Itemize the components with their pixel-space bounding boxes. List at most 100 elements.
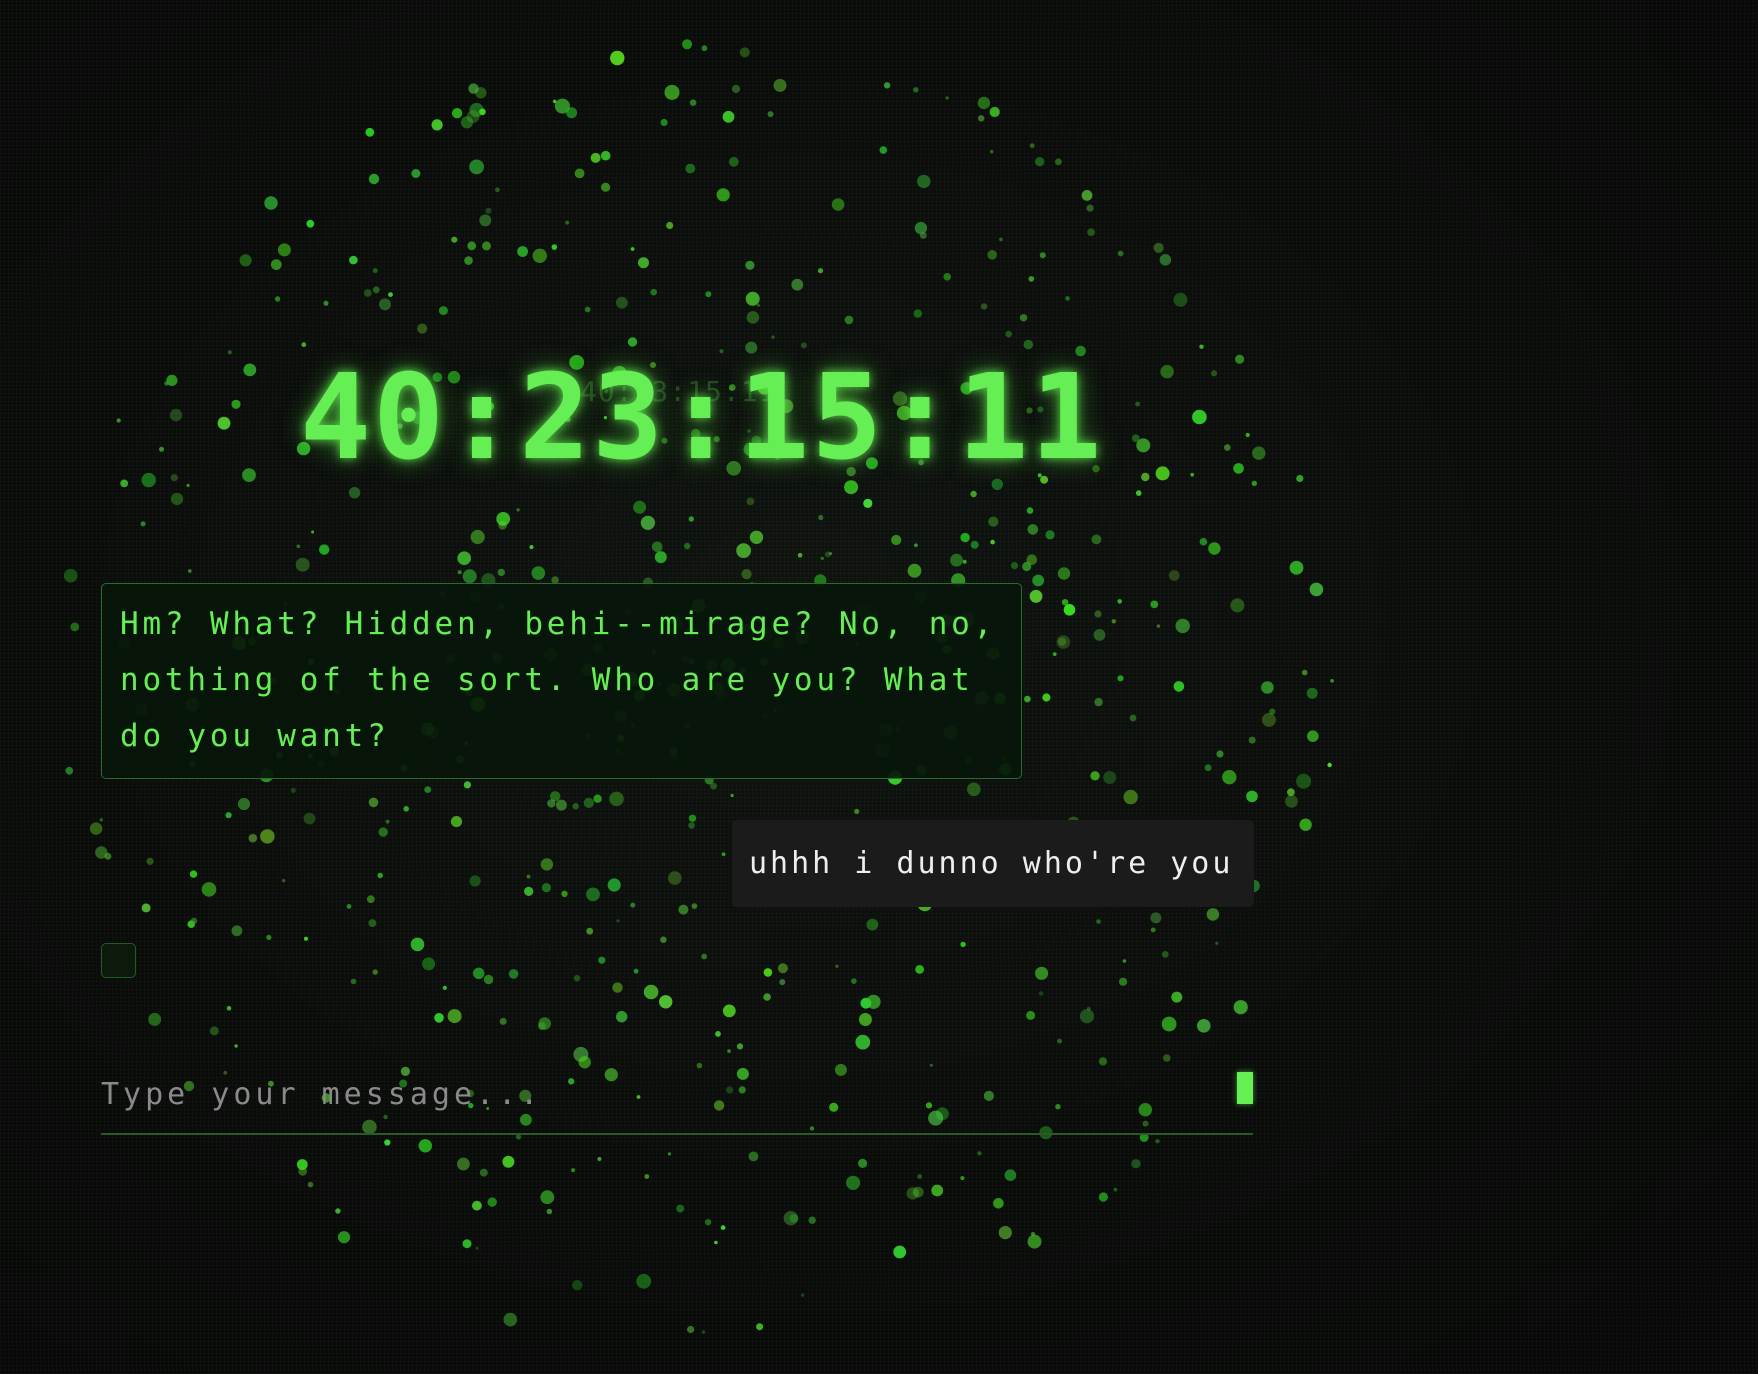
particle [366, 895, 375, 904]
particle [1233, 1000, 1248, 1015]
particle [989, 106, 1000, 118]
particle [70, 622, 80, 632]
particle [497, 568, 505, 577]
particle [301, 342, 307, 348]
particle [159, 446, 164, 452]
particle [571, 1168, 576, 1173]
particle [650, 288, 657, 296]
particle [1246, 790, 1258, 803]
particle [337, 1231, 351, 1244]
particle [1261, 681, 1274, 694]
particle [913, 309, 922, 318]
particle [226, 1006, 232, 1011]
particle [651, 541, 663, 553]
particle [701, 1330, 706, 1334]
particle [372, 268, 378, 274]
particle [1285, 795, 1298, 808]
particle [209, 1026, 219, 1036]
cursor-block-icon [1237, 1072, 1253, 1104]
particle [607, 878, 621, 892]
particle [731, 84, 741, 94]
particle [722, 110, 735, 123]
particle [1171, 991, 1183, 1003]
particle [627, 337, 638, 347]
particle [987, 250, 997, 260]
particle [468, 83, 479, 94]
particle [756, 1323, 764, 1331]
particle [633, 500, 647, 514]
particle [917, 1174, 922, 1179]
particle [1248, 736, 1256, 744]
particle [1122, 959, 1127, 963]
particle [574, 168, 585, 179]
particle [368, 919, 377, 928]
particle [422, 957, 436, 971]
particle [962, 559, 967, 564]
particle [303, 812, 316, 825]
particle [863, 498, 873, 508]
particle [296, 544, 301, 549]
particle [687, 1325, 695, 1334]
particle [95, 846, 108, 859]
particle [457, 551, 472, 565]
attachment-toggle-button[interactable] [101, 943, 136, 978]
particle [600, 150, 611, 161]
particle [1155, 1139, 1160, 1144]
particle [467, 241, 477, 251]
particle [704, 1219, 712, 1226]
message-input[interactable] [101, 1068, 1201, 1120]
particle [547, 799, 556, 808]
message-composer [101, 1060, 1253, 1135]
particle [716, 188, 730, 202]
particle [1042, 693, 1051, 702]
particle [879, 146, 888, 154]
particle [349, 255, 358, 265]
particle [851, 978, 857, 984]
particle [990, 150, 994, 154]
particle [990, 539, 995, 545]
particle [482, 241, 491, 251]
particle [1204, 764, 1212, 772]
particle [572, 803, 579, 810]
particle [1038, 991, 1044, 996]
particle [451, 236, 458, 243]
particle [1039, 252, 1046, 259]
particle [1063, 604, 1076, 616]
particle [688, 814, 697, 822]
particle [450, 816, 463, 828]
particle [1136, 438, 1151, 453]
particle [610, 50, 625, 66]
particle [243, 363, 257, 377]
particle [593, 794, 602, 803]
particle [403, 806, 410, 812]
particle [739, 47, 750, 58]
particle [977, 96, 991, 110]
particle [636, 1273, 652, 1289]
particle [1005, 330, 1012, 338]
particle [248, 833, 258, 843]
particle [1031, 1232, 1035, 1236]
particle [372, 286, 380, 294]
particle [808, 1216, 816, 1224]
particle [368, 173, 380, 185]
particle [960, 532, 970, 543]
particle [1026, 507, 1034, 514]
particle [346, 904, 352, 909]
particle [1251, 480, 1258, 487]
particle [186, 483, 190, 488]
particle [447, 1009, 462, 1024]
particle [721, 852, 726, 857]
particle [664, 84, 680, 100]
particle [1269, 708, 1276, 715]
particle [146, 857, 154, 865]
particle [1129, 714, 1137, 722]
particle [860, 997, 872, 1009]
particle [466, 110, 480, 123]
particle [385, 819, 390, 824]
particle [1235, 354, 1245, 364]
particle [866, 918, 879, 931]
particle [323, 300, 329, 306]
particle [682, 39, 693, 50]
particle [526, 874, 531, 879]
particle [319, 544, 330, 555]
